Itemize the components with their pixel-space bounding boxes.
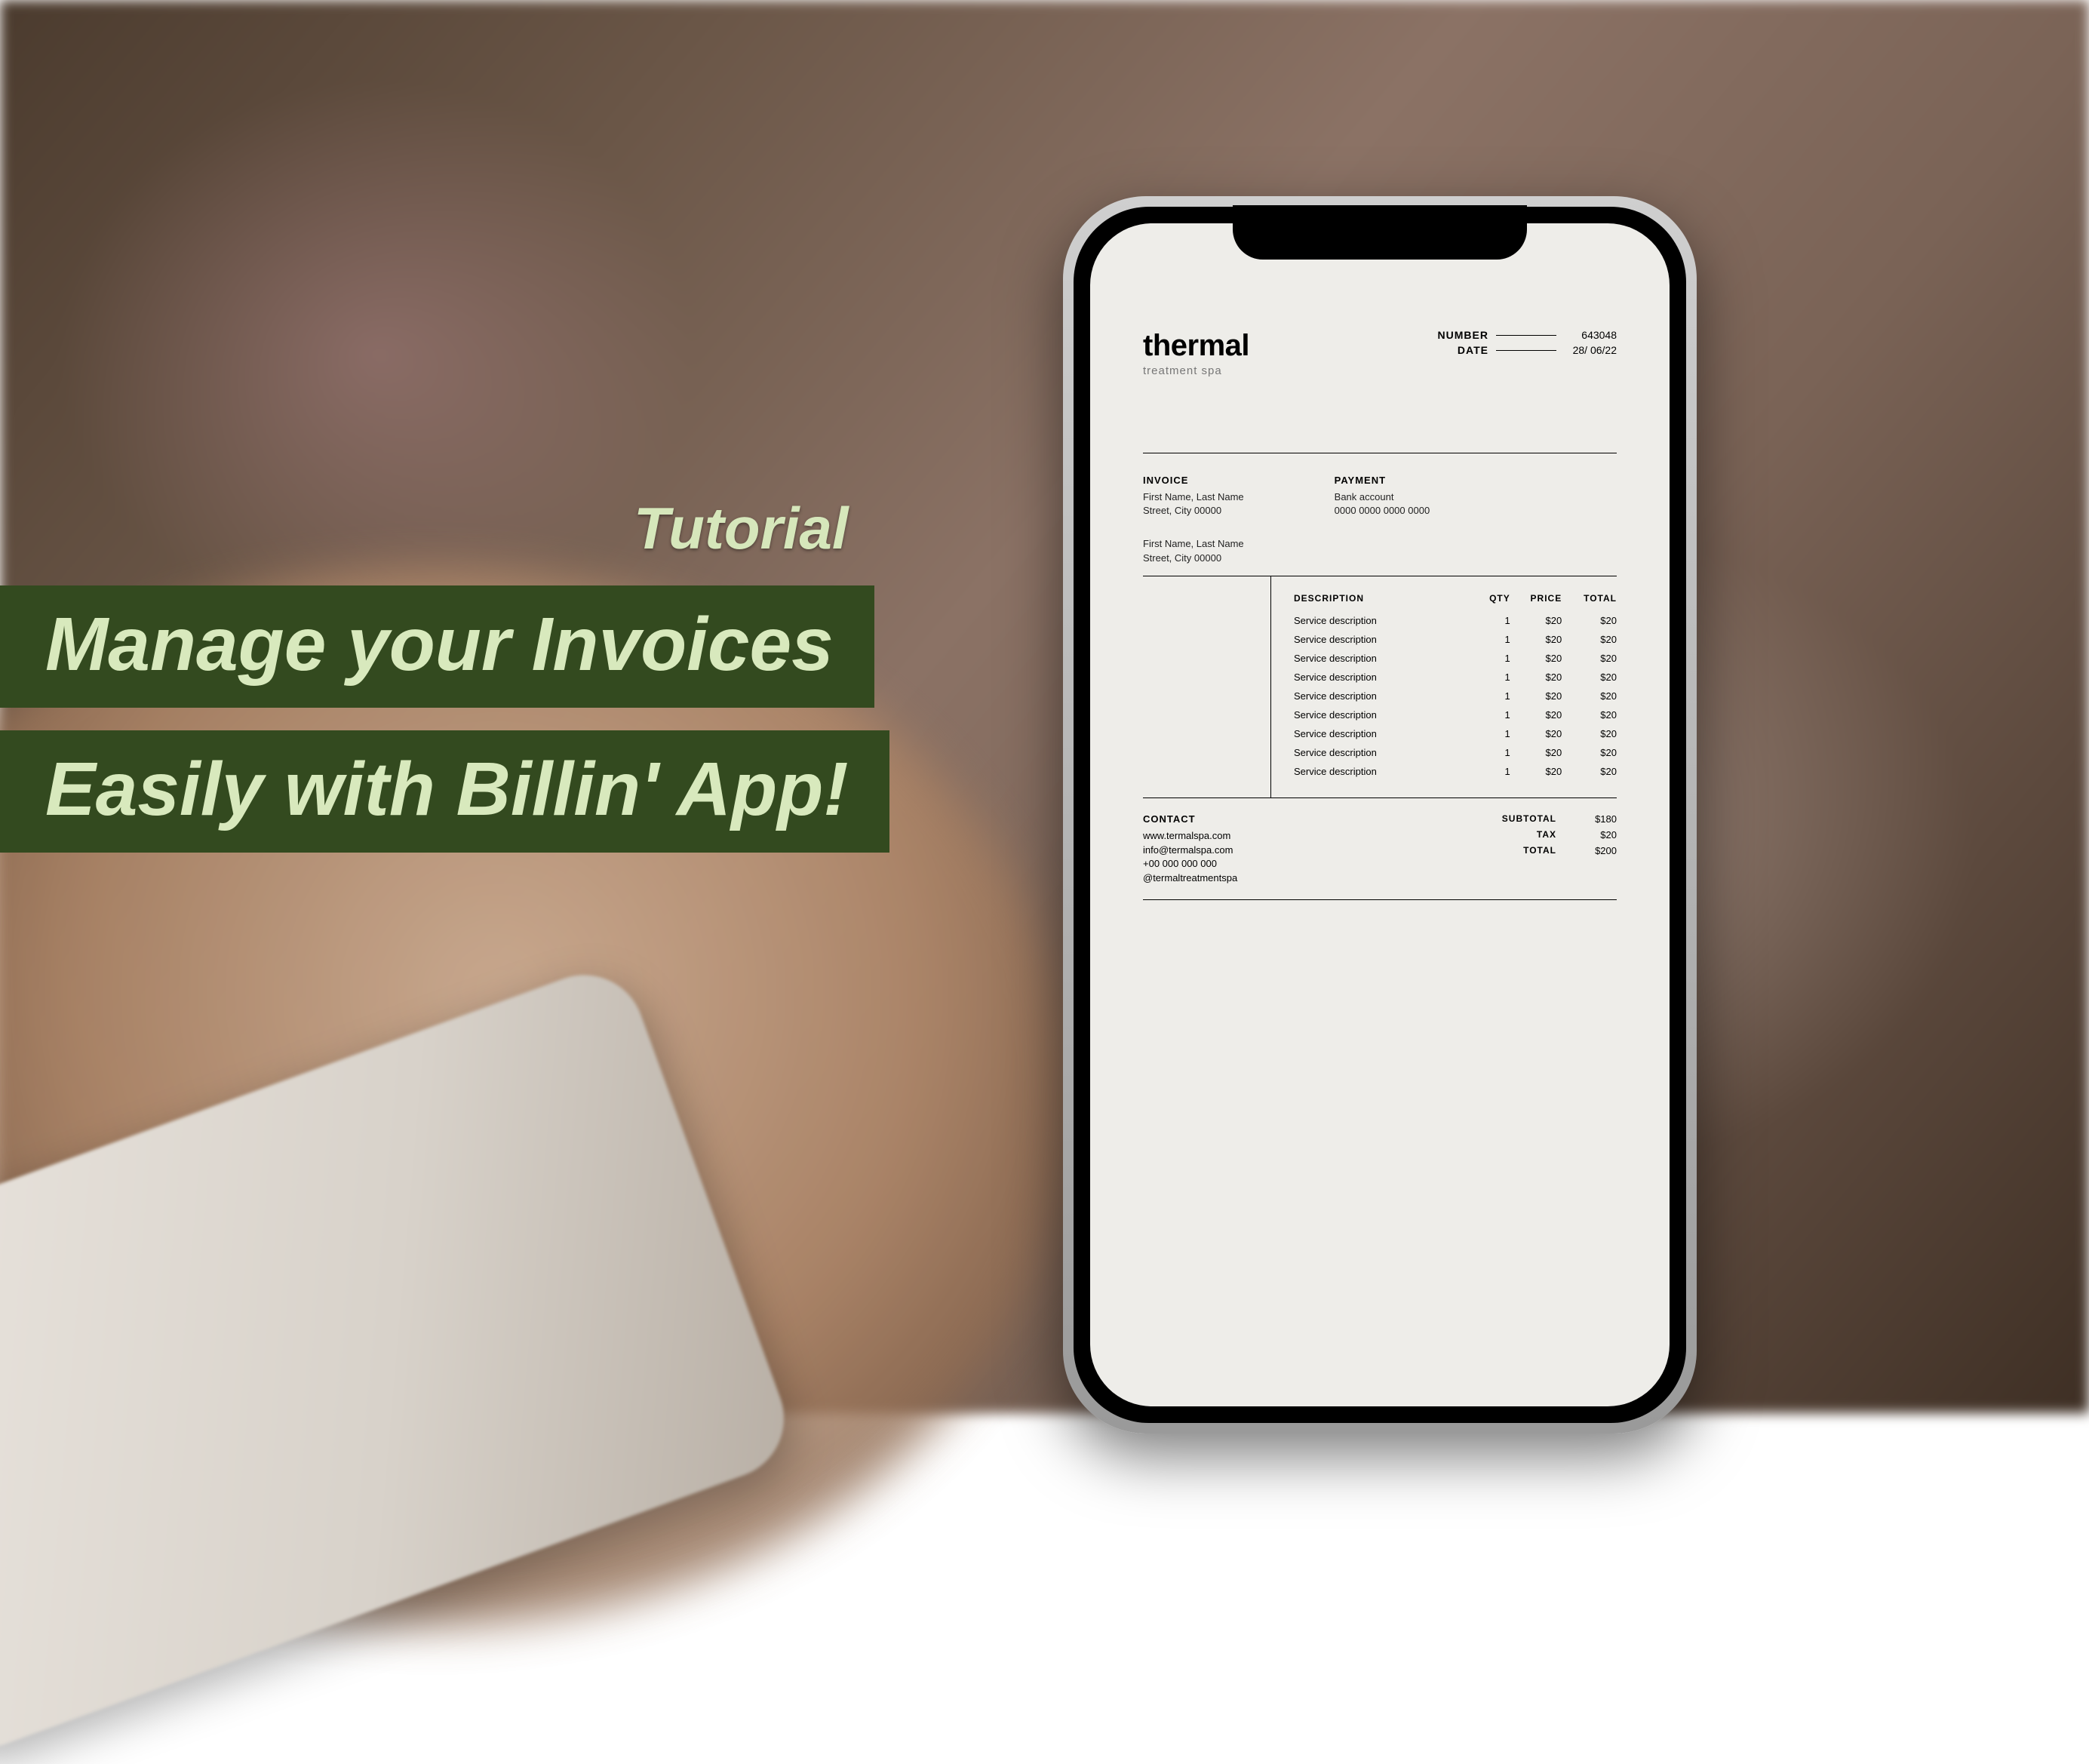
line-items-table: DESCRIPTION QTY PRICE TOTAL Service desc…: [1294, 593, 1617, 781]
item-desc: Service description: [1294, 724, 1471, 743]
item-qty: 1: [1471, 762, 1510, 781]
item-desc: Service description: [1294, 630, 1471, 649]
item-desc: Service description: [1294, 705, 1471, 724]
item-total: $20: [1562, 705, 1617, 724]
bill-to-name: First Name, Last Name: [1143, 490, 1244, 504]
subtotal-label: SUBTOTAL: [1502, 813, 1556, 825]
payment-num: 0000 0000 0000 0000: [1335, 504, 1430, 518]
subtotal-value: $180: [1579, 813, 1617, 825]
table-row: Service description1$20$20: [1294, 705, 1617, 724]
headline-line-1: Manage your Invoices: [0, 585, 874, 708]
item-total: $20: [1562, 668, 1617, 687]
headline-overlay: Tutorial Manage your Invoices Easily wit…: [0, 494, 889, 875]
bill-to-addr: Street, City 00000: [1143, 504, 1244, 518]
invoice-meta: NUMBER 643048 DATE 28/ 06/22: [1438, 329, 1617, 359]
total-label: TOTAL: [1523, 845, 1556, 856]
item-total: $20: [1562, 630, 1617, 649]
item-price: $20: [1510, 705, 1562, 724]
payment-info: PAYMENT Bank account 0000 0000 0000 0000: [1335, 475, 1430, 565]
item-desc: Service description: [1294, 762, 1471, 781]
item-total: $20: [1562, 611, 1617, 630]
table-row: Service description1$20$20: [1294, 668, 1617, 687]
contact-web: www.termalspa.com: [1143, 829, 1237, 844]
phone-notch: [1233, 205, 1527, 260]
line-items-section: DESCRIPTION QTY PRICE TOTAL Service desc…: [1143, 576, 1617, 797]
brand-name: thermal: [1143, 329, 1249, 363]
item-qty: 1: [1471, 687, 1510, 705]
phone-screen: thermal treatment spa NUMBER 643048 DATE: [1090, 223, 1670, 1406]
item-price: $20: [1510, 687, 1562, 705]
contact-social: @termaltreatmentspa: [1143, 871, 1237, 886]
item-price: $20: [1510, 762, 1562, 781]
item-qty: 1: [1471, 611, 1510, 630]
item-qty: 1: [1471, 649, 1510, 668]
item-total: $20: [1562, 724, 1617, 743]
headline-kicker: Tutorial: [634, 494, 889, 563]
meta-number-label: NUMBER: [1438, 329, 1488, 341]
item-desc: Service description: [1294, 611, 1471, 630]
invoice-document: thermal treatment spa NUMBER 643048 DATE: [1090, 223, 1670, 1406]
item-desc: Service description: [1294, 687, 1471, 705]
item-qty: 1: [1471, 668, 1510, 687]
table-row: Service description1$20$20: [1294, 649, 1617, 668]
item-total: $20: [1562, 687, 1617, 705]
table-row: Service description1$20$20: [1294, 724, 1617, 743]
contact-block: CONTACT www.termalspa.com info@termalspa…: [1143, 813, 1237, 886]
meta-date-label: DATE: [1458, 344, 1488, 356]
item-price: $20: [1510, 743, 1562, 762]
item-price: $20: [1510, 630, 1562, 649]
bill-to-heading: INVOICE: [1143, 475, 1244, 486]
bill-to: INVOICE First Name, Last Name Street, Ci…: [1143, 475, 1244, 565]
item-price: $20: [1510, 668, 1562, 687]
col-desc: DESCRIPTION: [1294, 593, 1471, 611]
phone-bezel: thermal treatment spa NUMBER 643048 DATE: [1074, 207, 1686, 1423]
item-desc: Service description: [1294, 668, 1471, 687]
item-qty: 1: [1471, 743, 1510, 762]
contact-mail: info@termalspa.com: [1143, 844, 1237, 858]
item-total: $20: [1562, 762, 1617, 781]
table-row: Service description1$20$20: [1294, 611, 1617, 630]
tax-value: $20: [1579, 829, 1617, 841]
brand-subtitle: treatment spa: [1143, 364, 1249, 377]
item-total: $20: [1562, 743, 1617, 762]
item-desc: Service description: [1294, 743, 1471, 762]
payment-acct: Bank account: [1335, 490, 1430, 504]
item-qty: 1: [1471, 630, 1510, 649]
meta-number-value: 643048: [1564, 329, 1617, 341]
headline-line-2: Easily with Billin' App!: [0, 730, 889, 853]
item-qty: 1: [1471, 705, 1510, 724]
payment-heading: PAYMENT: [1335, 475, 1430, 486]
item-desc: Service description: [1294, 649, 1471, 668]
total-value: $200: [1579, 845, 1617, 856]
totals-block: SUBTOTAL $180 TAX $20 TOTAL $200: [1502, 813, 1617, 886]
contact-heading: CONTACT: [1143, 813, 1237, 825]
table-row: Service description1$20$20: [1294, 687, 1617, 705]
col-qty: QTY: [1471, 593, 1510, 611]
item-total: $20: [1562, 649, 1617, 668]
meta-date-value: 28/ 06/22: [1564, 344, 1617, 356]
ship-to-addr: Street, City 00000: [1143, 552, 1244, 565]
ship-to-name: First Name, Last Name: [1143, 537, 1244, 551]
table-row: Service description1$20$20: [1294, 743, 1617, 762]
brand-block: thermal treatment spa: [1143, 329, 1249, 377]
item-qty: 1: [1471, 724, 1510, 743]
table-row: Service description1$20$20: [1294, 762, 1617, 781]
item-price: $20: [1510, 611, 1562, 630]
table-row: Service description1$20$20: [1294, 630, 1617, 649]
phone-frame: thermal treatment spa NUMBER 643048 DATE: [1063, 196, 1697, 1434]
contact-phone: +00 000 000 000: [1143, 857, 1237, 871]
item-price: $20: [1510, 649, 1562, 668]
col-total: TOTAL: [1562, 593, 1617, 611]
item-price: $20: [1510, 724, 1562, 743]
col-price: PRICE: [1510, 593, 1562, 611]
tax-label: TAX: [1537, 829, 1556, 841]
